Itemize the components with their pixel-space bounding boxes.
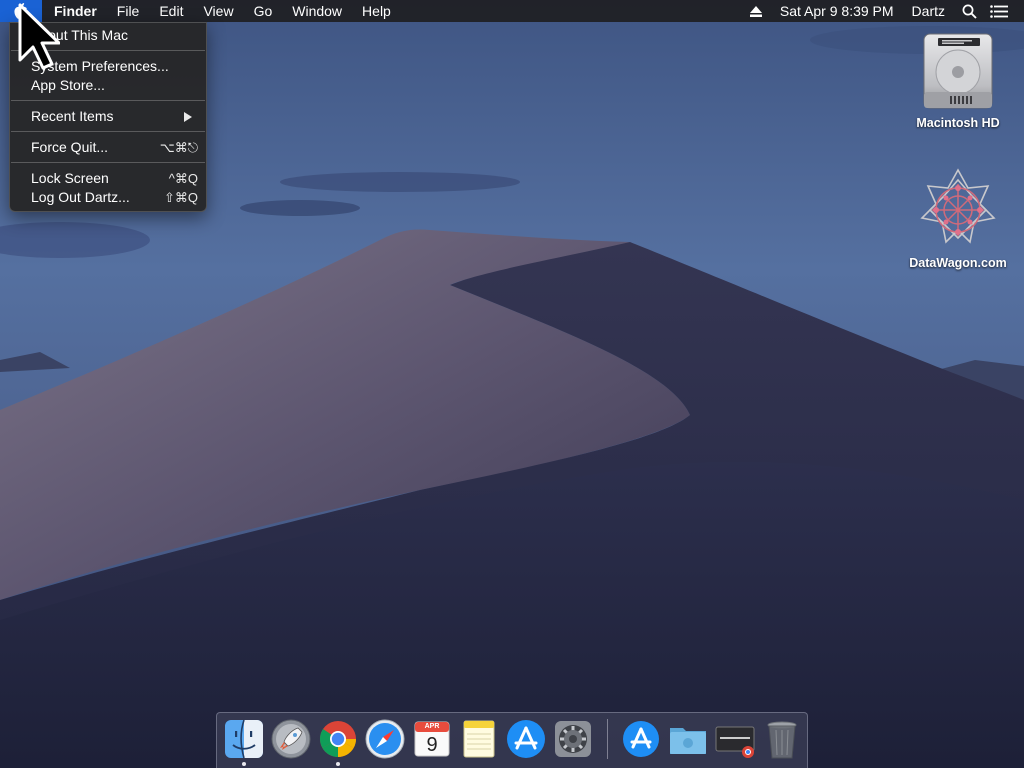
menu-separator [11,162,205,163]
menu-item-log-out[interactable]: Log Out Dartz... ⇧⌘Q [10,188,206,207]
menu-item-label: App Store... [31,77,105,93]
safari-compass-icon [365,719,405,759]
menu-clock[interactable]: Sat Apr 9 8:39 PM [771,0,903,22]
menu-separator [11,131,205,132]
browser-window-icon [715,726,755,758]
app-store-icon [507,720,545,758]
folder-icon [670,728,706,754]
menu-file[interactable]: File [107,0,150,22]
desktop-icon-macintosh-hd[interactable]: Macintosh HD [898,30,1018,130]
menu-user[interactable]: Dartz [903,0,954,22]
dock-safari[interactable] [364,718,406,760]
datawagon-logo-icon [920,168,996,244]
desktop-icon-label: Macintosh HD [916,116,1000,130]
menu-item-lock-screen[interactable]: Lock Screen ^⌘Q [10,169,206,188]
dock-launchpad[interactable] [270,718,312,760]
calendar-day: 9 [426,734,438,756]
menu-item-recent-items[interactable]: Recent Items [10,107,206,126]
dock-chrome[interactable] [317,718,359,760]
dock-finder[interactable] [223,718,265,760]
dock-separator [607,719,608,759]
menu-item-app-store[interactable]: App Store... [10,76,206,95]
menu-window[interactable]: Window [282,0,352,22]
dock-trash[interactable] [761,718,803,760]
menu-bar: Finder File Edit View Go Window Help Sat… [0,0,1024,22]
menu-item-shortcut: ⌥⌘⎋ [159,140,198,155]
dock-downloads-folder[interactable] [667,718,709,760]
dock-documents-stack[interactable] [714,718,756,760]
menu-go[interactable]: Go [244,0,283,22]
gear-icon [555,721,591,757]
finder-icon [225,719,263,759]
menu-help[interactable]: Help [352,0,401,22]
dock-applications-stack[interactable] [620,718,662,760]
dock-notes[interactable] [458,718,500,760]
menu-item-label: Force Quit... [31,139,109,155]
menu-separator [11,100,205,101]
menu-item-force-quit[interactable]: Force Quit... ⌥⌘⎋ [10,138,206,157]
eject-icon[interactable] [741,0,771,22]
hard-drive-icon [923,33,993,109]
chrome-icon [319,721,356,757]
launchpad-rocket-icon [271,719,311,759]
dock-running-indicator [242,762,246,766]
calendar-month: APR [424,723,440,730]
notes-icon [463,720,495,758]
dock-running-indicator [336,762,340,766]
desktop-icon-datawagon[interactable]: DataWagon.com [898,166,1018,270]
dock-app-store[interactable] [505,718,547,760]
dock-system-preferences[interactable] [552,718,594,760]
trash-icon [767,721,797,759]
menu-item-shortcut: ^⌘Q [168,171,198,186]
menu-item-label: Log Out Dartz... [31,189,130,205]
spotlight-search-icon[interactable] [954,0,984,22]
menu-item-shortcut: ⇧⌘Q [163,190,198,205]
desktop-icon-label: DataWagon.com [909,256,1007,270]
menu-bar-extras: Sat Apr 9 8:39 PM Dartz [741,0,1024,22]
notification-center-icon[interactable] [984,0,1014,22]
mouse-pointer-icon [18,3,60,70]
menu-item-label: Recent Items [31,108,114,124]
dock-calendar[interactable]: APR 9 [411,718,453,760]
dock: APR 9 [216,712,808,768]
submenu-arrow-icon [184,111,192,122]
menu-edit[interactable]: Edit [149,0,193,22]
applications-folder-icon [623,721,659,757]
menu-view[interactable]: View [193,0,243,22]
menu-item-label: Lock Screen [31,170,109,186]
